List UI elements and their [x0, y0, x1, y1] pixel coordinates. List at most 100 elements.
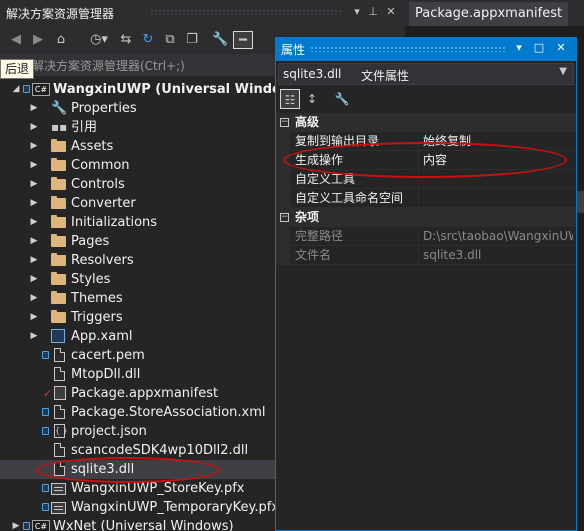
alphabetical-icon[interactable]: ↕	[302, 89, 322, 109]
tree-item[interactable]: ▶ Common	[0, 156, 275, 175]
tree-item[interactable]: ▶ Assets	[0, 137, 275, 156]
collapse-icon[interactable]: −	[280, 213, 289, 222]
close-icon[interactable]: ✕	[384, 5, 398, 19]
property-row[interactable]: 自定义工具命名空间	[276, 189, 576, 208]
expand-arrow-icon[interactable]: ▶	[29, 308, 39, 327]
column-divider[interactable]	[418, 189, 419, 208]
dropdown-arrow-icon[interactable]: ▾	[512, 41, 526, 55]
property-name: 完整路径	[295, 229, 344, 243]
maximize-icon[interactable]: □	[532, 41, 546, 55]
tree-item-label: WangxinUWP_TemporaryKey.pfx	[71, 500, 280, 515]
properties-drag-grip[interactable]	[310, 46, 506, 52]
expand-arrow-icon[interactable]: ▶	[29, 156, 39, 175]
properties-wrench-icon[interactable]: 🔧	[212, 31, 228, 49]
expand-arrow-icon[interactable]: ▶	[29, 194, 39, 213]
dropdown-arrow-icon[interactable]: ▾	[350, 5, 364, 19]
tree-item[interactable]: ▶ App.xaml	[0, 327, 275, 346]
tree-item[interactable]: Package.StoreAssociation.xml	[0, 403, 275, 422]
tree-item[interactable]: ▶ ▪▪ 引用	[0, 118, 275, 137]
expand-arrow-icon[interactable]: ◢	[11, 80, 21, 99]
category-label: 杂项	[295, 210, 320, 224]
json-file-icon: { }	[54, 424, 68, 438]
lock-icon	[23, 85, 30, 93]
column-divider[interactable]	[418, 227, 419, 246]
tree-item-label: Common	[71, 158, 130, 173]
collapse-all-icon[interactable]: ⧉	[162, 31, 178, 49]
refresh-icon[interactable]: ↻	[140, 31, 156, 49]
property-value[interactable]: D:\src\taobao\WangxinUW	[423, 227, 573, 245]
expand-arrow-icon[interactable]: ▶	[29, 137, 39, 156]
expand-arrow-icon[interactable]: ▶	[11, 517, 21, 531]
wrench-icon: 🔧	[51, 101, 68, 116]
expand-arrow-icon[interactable]: ▶	[29, 232, 39, 251]
categorized-icon[interactable]: ☷	[280, 89, 300, 109]
chevron-down-icon[interactable]: ▼	[559, 66, 567, 77]
tree-item-label: Converter	[71, 196, 136, 211]
tree-item[interactable]: ▶ 🔧 Properties	[0, 99, 275, 118]
tree-item[interactable]: ▶ Resolvers	[0, 251, 275, 270]
xaml-file-icon	[51, 329, 65, 343]
property-category[interactable]: − 高级	[276, 113, 576, 132]
folder-icon	[51, 272, 66, 285]
drag-grip[interactable]	[150, 9, 343, 15]
next-project-node[interactable]: ▶ C# WxNet (Universal Windows)	[0, 517, 275, 531]
history-icon[interactable]: ◷▾	[86, 31, 112, 49]
pin-icon[interactable]: ⊥	[366, 5, 380, 19]
folder-icon	[51, 215, 66, 228]
tree-item-label: Package.StoreAssociation.xml	[71, 405, 266, 420]
forward-icon[interactable]: ▶	[30, 31, 46, 49]
sync-icon[interactable]: ⇆	[118, 31, 134, 49]
show-all-files-icon[interactable]: ❐	[184, 31, 200, 49]
expand-arrow-icon[interactable]: ▶	[29, 270, 39, 289]
property-row[interactable]: 完整路径 D:\src\taobao\WangxinUW	[276, 227, 576, 246]
properties-toolbar: ☷ ↕ 🔧	[276, 87, 576, 111]
tree-item-label: Properties	[71, 101, 137, 116]
column-divider[interactable]	[418, 246, 419, 265]
property-row[interactable]: 文件名 sqlite3.dll	[276, 246, 576, 265]
expand-arrow-icon[interactable]: ▶	[29, 251, 39, 270]
tree-item[interactable]: WangxinUWP_TemporaryKey.pfx	[0, 498, 279, 517]
row-gutter	[276, 227, 290, 246]
project-label: WangxinUWP (Universal Windows)	[53, 82, 307, 97]
preview-selected-icon[interactable]: ━	[233, 31, 253, 49]
tree-item[interactable]: ▶ Triggers	[0, 308, 275, 327]
manifest-icon	[54, 386, 66, 400]
tree-item-label: MtopDll.dll	[71, 367, 141, 382]
tree-item[interactable]: ▶ Pages	[0, 232, 275, 251]
tree-item[interactable]: ▶ Controls	[0, 175, 275, 194]
tree-item[interactable]: ▶ Themes	[0, 289, 275, 308]
tree-item[interactable]: ✓ Package.appxmanifest	[0, 384, 275, 403]
property-pages-icon[interactable]: 🔧	[332, 89, 352, 109]
tab-package-appxmanifest[interactable]: Package.appxmanifest	[409, 2, 569, 26]
lock-icon	[42, 351, 49, 359]
expand-arrow-icon[interactable]: ▶	[29, 289, 39, 308]
object-name: sqlite3.dll	[283, 67, 342, 81]
project-node[interactable]: ◢ C# WangxinUWP (Universal Windows)	[0, 80, 307, 99]
home-icon[interactable]: ⌂	[52, 31, 70, 49]
expand-arrow-icon[interactable]: ▶	[29, 99, 39, 118]
tree-item[interactable]: ▶ Converter	[0, 194, 275, 213]
tree-item[interactable]: MtopDll.dll	[0, 365, 275, 384]
folder-icon	[51, 310, 66, 323]
tree-item[interactable]: ▶ Styles	[0, 270, 275, 289]
properties-titlebar: 属性 ▾ □ ✕	[276, 37, 576, 61]
collapse-icon[interactable]: −	[280, 118, 289, 127]
close-icon[interactable]: ✕	[554, 41, 568, 55]
pending-edit-icon: ✓	[43, 387, 53, 400]
back-icon[interactable]: ◀	[8, 31, 24, 49]
document-tab-strip: Package.appxmanifest	[405, 0, 584, 26]
object-selector[interactable]: sqlite3.dll 文件属性 ▼	[278, 63, 574, 85]
expand-arrow-icon[interactable]: ▶	[29, 213, 39, 232]
tree-item-label: Themes	[71, 291, 123, 306]
tree-item[interactable]: { } project.json	[0, 422, 275, 441]
expand-arrow-icon[interactable]: ▶	[29, 175, 39, 194]
tree-item-label: Initializations	[71, 215, 158, 230]
folder-icon	[51, 139, 66, 152]
property-category[interactable]: − 杂项	[276, 208, 576, 227]
property-value[interactable]: sqlite3.dll	[423, 246, 573, 264]
expand-arrow-icon[interactable]: ▶	[29, 327, 39, 346]
tree-item[interactable]: ▶ Initializations	[0, 213, 275, 232]
expand-arrow-icon[interactable]: ▶	[29, 118, 39, 137]
lock-icon	[42, 408, 49, 416]
tree-item[interactable]: cacert.pem	[0, 346, 275, 365]
